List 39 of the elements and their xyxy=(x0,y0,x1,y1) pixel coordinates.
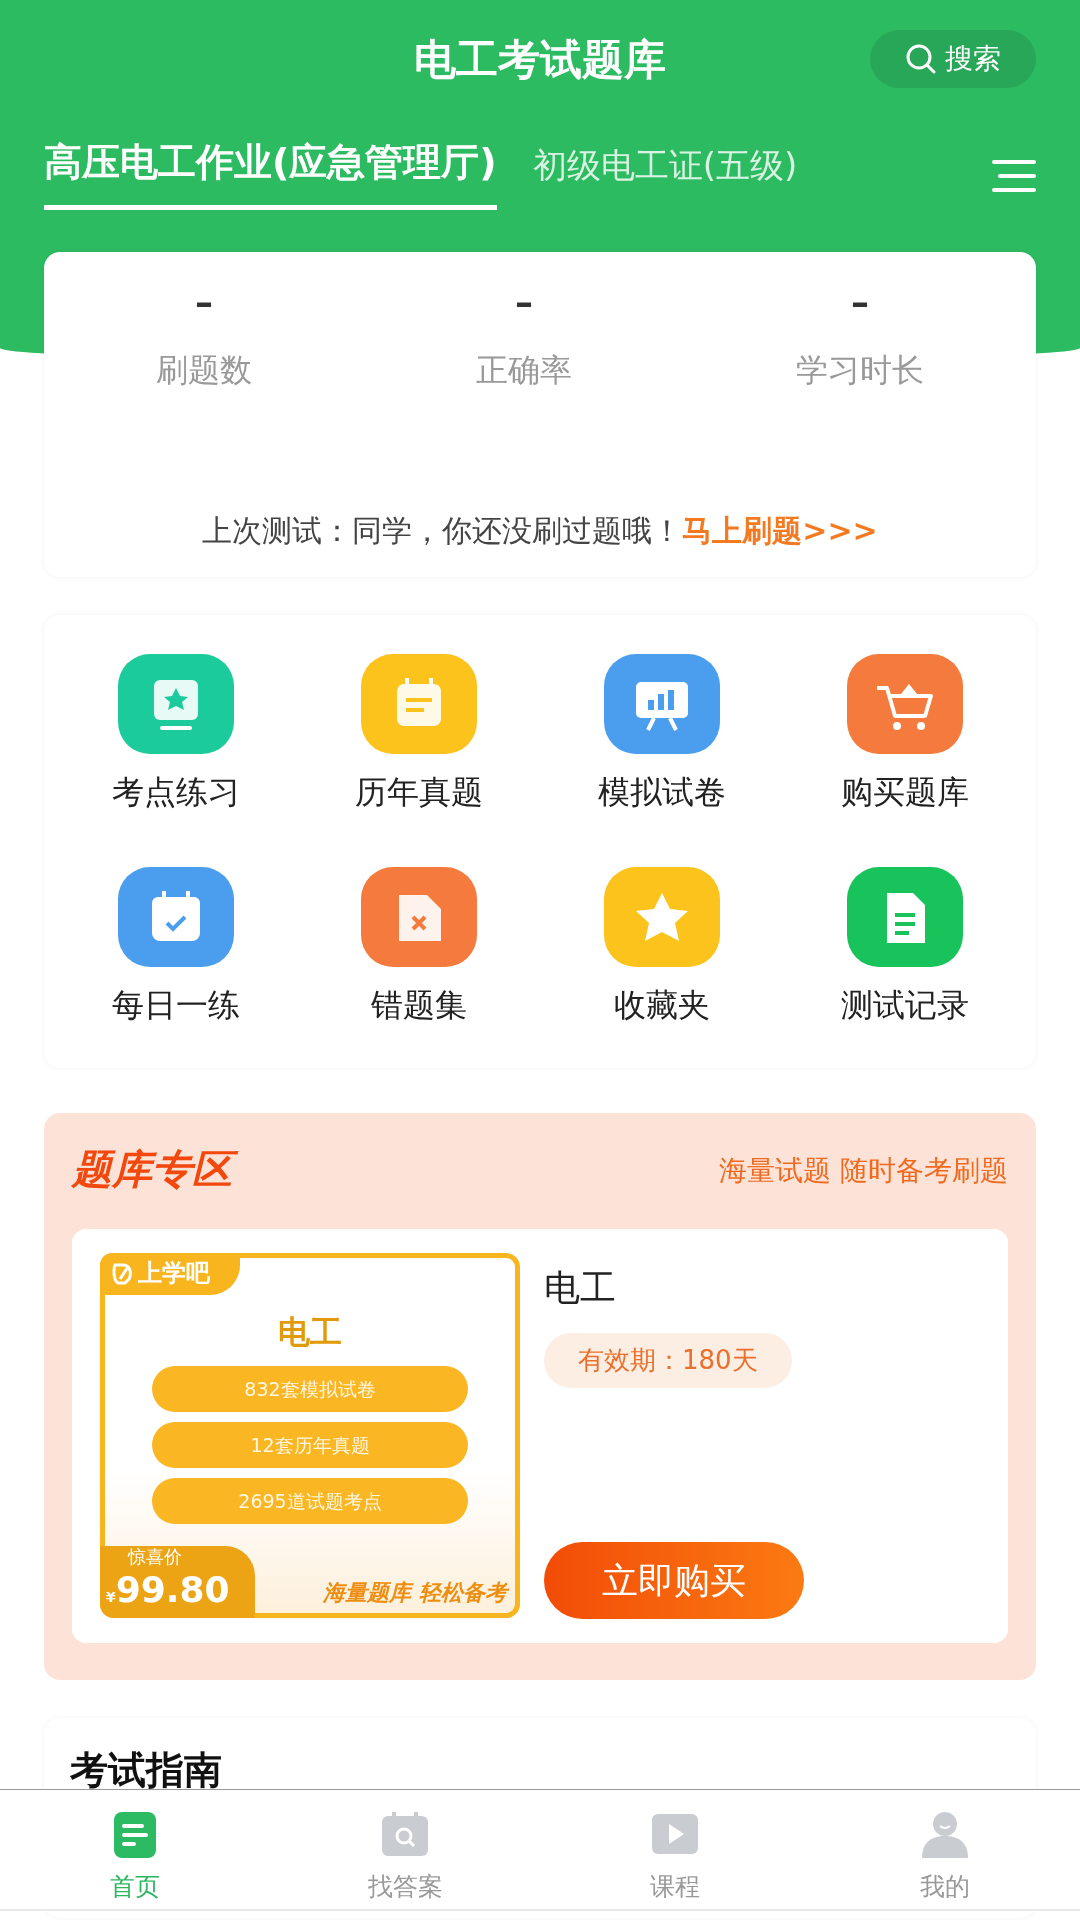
feature-item[interactable]: 收藏夹 xyxy=(540,865,783,1030)
stat-label: 正确率 xyxy=(475,350,573,391)
nav-tab[interactable]: 我的 xyxy=(810,1790,1080,1909)
feature-item[interactable]: 每日一练 xyxy=(54,865,297,1030)
cover-subject: 电工 xyxy=(277,1312,343,1353)
feature-item[interactable]: 错题集 xyxy=(297,865,540,1030)
feature-item[interactable]: 模拟试卷 xyxy=(540,653,783,818)
cover-item: 12套历年真题 xyxy=(152,1422,468,1468)
feature-item[interactable]: 历年真题 xyxy=(297,653,540,818)
leaf-icon xyxy=(112,1261,134,1285)
category-tab[interactable]: 高压电工作业(应急管理厅) xyxy=(44,134,497,210)
start-practice-link[interactable]: 马上刷题>>> xyxy=(682,513,878,548)
stat-label: 学习时长 xyxy=(795,350,925,391)
section-slogan: 海量试题 随时备考刷题 xyxy=(719,1153,1008,1189)
feature-item[interactable]: 购买题库 xyxy=(783,653,1026,818)
validity-tag: 有效期：180天 xyxy=(544,1333,792,1388)
last-test-text: 上次测试：同学，你还没刷过题哦！马上刷题>>> xyxy=(201,512,879,550)
search-button[interactable]: 搜索 xyxy=(870,30,1036,88)
feature-item[interactable]: 考点练习 xyxy=(54,653,297,818)
menu-icon[interactable] xyxy=(992,158,1036,194)
feature-item[interactable]: 测试记录 xyxy=(783,865,1026,1030)
nav-tab[interactable]: 找答案 xyxy=(270,1790,540,1909)
stat-value: – xyxy=(514,281,534,325)
stat-label: 刷题数 xyxy=(155,350,253,391)
stat-value: – xyxy=(850,281,870,325)
stat-value: – xyxy=(194,281,214,325)
section-title: 题库专区 xyxy=(72,1143,242,1199)
cover-item: 2695道试题考点 xyxy=(152,1478,468,1524)
app-title: 电工考试题库 xyxy=(414,34,666,86)
nav-tab[interactable]: 课程 xyxy=(540,1790,810,1909)
search-icon xyxy=(905,43,937,75)
cover-item: 832套模拟试卷 xyxy=(152,1366,468,1412)
person-icon xyxy=(920,1810,970,1860)
product-name: 电工 xyxy=(544,1266,616,1310)
category-tab[interactable]: 初级电工证(五级) xyxy=(532,140,798,210)
brand-name: 上学吧 xyxy=(138,1258,210,1289)
price-label: 惊喜价 xyxy=(126,1546,183,1568)
price-value: ¥99.80 xyxy=(105,1568,231,1612)
buy-button[interactable]: 立即购买 xyxy=(544,1542,804,1619)
